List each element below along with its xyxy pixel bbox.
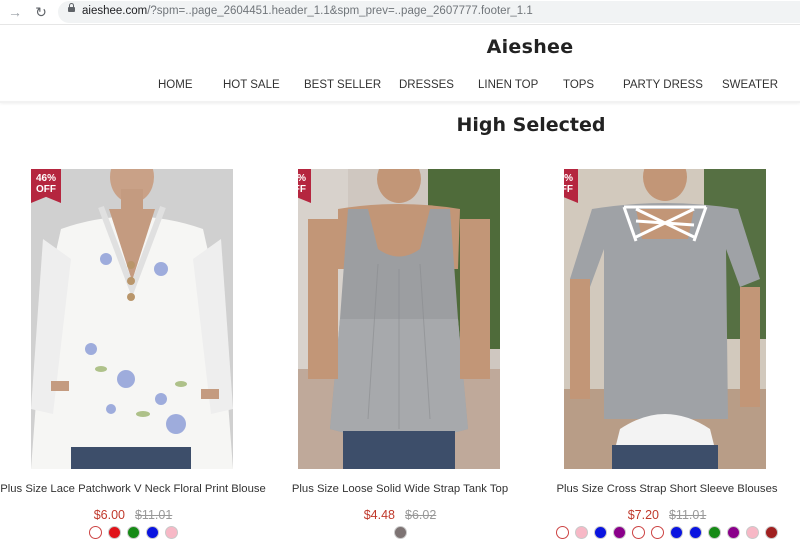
color-swatches (0, 526, 266, 539)
original-price: $11.01 (668, 508, 707, 522)
nav-item-tops[interactable]: TOPS (563, 79, 594, 91)
nav-item-sweater[interactable]: SWEATER (722, 79, 778, 91)
address-bar[interactable]: aieshee.com/?spm=..page_2604451.header_1… (58, 1, 800, 23)
product-name[interactable]: Plus Size Cross Strap Short Sleeve Blous… (534, 483, 800, 495)
sale-price: $4.48 (363, 508, 395, 522)
url-text: aieshee.com/?spm=..page_2604451.header_1… (82, 5, 533, 17)
color-swatch[interactable] (556, 526, 569, 539)
discount-percent: 35% (564, 173, 573, 184)
product-name[interactable]: Plus Size Loose Solid Wide Strap Tank To… (267, 483, 533, 495)
product-photo-illustration (298, 169, 500, 469)
nav-item-hot-sale[interactable]: HOT SALE (223, 79, 280, 91)
color-swatch[interactable] (145, 526, 159, 539)
price-row: $4.48 $6.02 (267, 508, 533, 522)
product-card: 26% OFF Plus Size Loose Solid Wide Strap… (267, 169, 533, 559)
product-photo-illustration (31, 169, 233, 469)
color-swatches (534, 526, 800, 539)
color-swatch[interactable] (88, 526, 102, 539)
product-card: 46% OFF Plus Size Lace Patchwork V Neck … (0, 169, 266, 559)
color-swatch[interactable] (613, 526, 626, 539)
color-swatch[interactable] (393, 526, 407, 539)
color-swatch[interactable] (670, 526, 683, 539)
color-swatches (267, 526, 533, 539)
section-title: High Selected (456, 114, 606, 136)
nav-item-home[interactable]: HOME (158, 79, 193, 91)
original-price: $11.01 (134, 508, 173, 522)
discount-percent: 26% (298, 173, 311, 184)
browser-toolbar: → ↻ aieshee.com/?spm=..page_2604451.head… (0, 0, 800, 25)
nav-item-linen-top[interactable]: LINEN TOP (478, 79, 538, 91)
color-swatch[interactable] (107, 526, 121, 539)
discount-off-label: OFF (564, 184, 573, 195)
color-swatch[interactable] (689, 526, 702, 539)
product-card: 35% OFF Plus Size Cross Strap Short Slee… (534, 169, 800, 559)
product-image[interactable]: 26% OFF (298, 169, 500, 469)
color-swatch[interactable] (164, 526, 178, 539)
product-image[interactable]: 35% OFF (564, 169, 766, 469)
sale-price: $7.20 (627, 508, 659, 522)
nav-item-best-seller[interactable]: BEST SELLER (304, 79, 381, 91)
color-swatch[interactable] (126, 526, 140, 539)
url-path: /?spm=..page_2604451.header_1.1&spm_prev… (147, 5, 533, 17)
header-divider (0, 101, 800, 103)
color-swatch[interactable] (765, 526, 778, 539)
color-swatch[interactable] (708, 526, 721, 539)
color-swatch[interactable] (632, 526, 645, 539)
product-name[interactable]: Plus Size Lace Patchwork V Neck Floral P… (0, 483, 266, 495)
nav-item-dresses[interactable]: DRESSES (399, 79, 454, 91)
discount-off-label: OFF (298, 184, 306, 195)
main-nav: HOME HOT SALE BEST SELLER DRESSES LINEN … (0, 79, 800, 95)
color-swatch[interactable] (575, 526, 588, 539)
url-domain: aieshee.com (82, 5, 148, 17)
discount-badge: 26% OFF (298, 169, 311, 203)
reload-icon[interactable]: ↻ (32, 3, 50, 21)
discount-off-label: OFF (36, 184, 56, 195)
price-row: $7.20 $11.01 (534, 508, 800, 522)
nav-item-party-dress[interactable]: PARTY DRESS (623, 79, 703, 91)
sale-price: $6.00 (93, 508, 125, 522)
back-arrow-icon[interactable]: → (6, 3, 24, 21)
color-swatch[interactable] (727, 526, 740, 539)
lock-icon (68, 3, 75, 12)
site-logo[interactable]: Aieshee (0, 36, 800, 58)
color-swatch[interactable] (746, 526, 759, 539)
original-price: $6.02 (405, 508, 437, 522)
product-photo-illustration (564, 169, 766, 469)
discount-badge: 35% OFF (564, 169, 578, 203)
color-swatch[interactable] (594, 526, 607, 539)
product-image[interactable]: 46% OFF (31, 169, 233, 469)
price-row: $6.00 $11.01 (0, 508, 266, 522)
color-swatch[interactable] (651, 526, 664, 539)
discount-percent: 46% (35, 173, 56, 184)
